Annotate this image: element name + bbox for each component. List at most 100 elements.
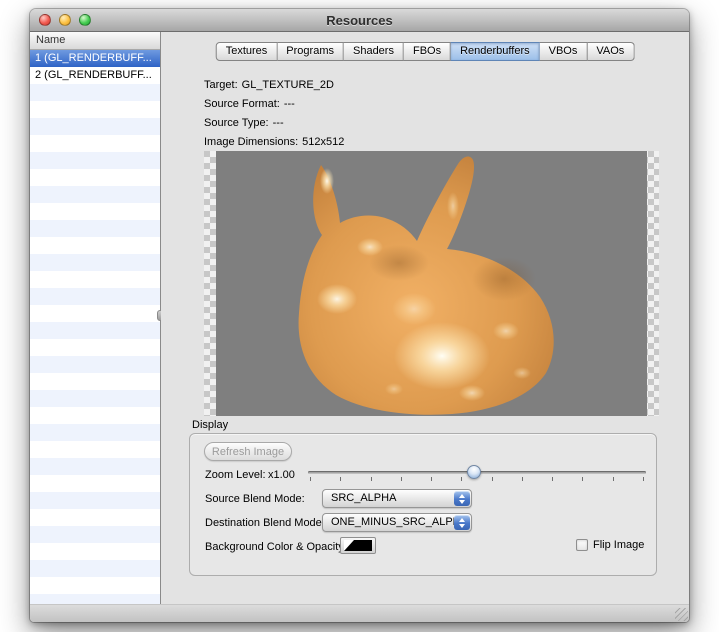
resize-grip[interactable] bbox=[675, 608, 688, 621]
slider-tick bbox=[401, 477, 402, 481]
window-title: Resources bbox=[326, 13, 392, 28]
slider-tick bbox=[340, 477, 341, 481]
list-row-empty bbox=[30, 135, 160, 152]
info-label: Image Dimensions: bbox=[204, 136, 298, 148]
list-row-empty bbox=[30, 322, 160, 339]
info-label: Source Type: bbox=[204, 117, 269, 129]
refresh-image-button[interactable]: Refresh Image bbox=[204, 442, 292, 461]
slider-tick bbox=[643, 477, 644, 481]
list-row-empty bbox=[30, 356, 160, 373]
list-row-empty bbox=[30, 101, 160, 118]
info-value: --- bbox=[273, 117, 284, 129]
column-header-name[interactable]: Name bbox=[30, 32, 160, 50]
list-row-empty bbox=[30, 203, 160, 220]
zoom-level-value: x1.00 bbox=[268, 469, 295, 482]
sidebar-rows: 1 (GL_RENDERBUFF...2 (GL_RENDERBUFF... bbox=[30, 50, 160, 604]
sidebar: Name 1 (GL_RENDERBUFF...2 (GL_RENDERBUFF… bbox=[30, 32, 161, 604]
bottom-bar bbox=[30, 604, 689, 622]
source-blend-dropdown[interactable]: SRC_ALPHA bbox=[322, 489, 472, 508]
tab-bar: TexturesProgramsShadersFBOsRenderbuffers… bbox=[216, 42, 635, 61]
slider-tick bbox=[310, 477, 311, 481]
list-row-empty bbox=[30, 560, 160, 577]
destination-blend-label: Destination Blend Mode: bbox=[205, 517, 325, 530]
destination-blend-dropdown[interactable]: ONE_MINUS_SRC_ALPHA bbox=[322, 513, 472, 532]
slider-tick bbox=[613, 477, 614, 481]
updown-arrows-icon bbox=[454, 491, 470, 506]
info-row-source-format: Source Format: --- bbox=[204, 95, 344, 114]
bunny-model-image bbox=[204, 151, 659, 416]
title-bar: Resources bbox=[30, 9, 689, 32]
list-row-empty bbox=[30, 543, 160, 560]
list-row-empty bbox=[30, 288, 160, 305]
list-row-empty bbox=[30, 254, 160, 271]
list-row-empty bbox=[30, 152, 160, 169]
list-row-empty bbox=[30, 407, 160, 424]
close-button[interactable] bbox=[39, 14, 51, 26]
background-color-label: Background Color & Opacity: bbox=[205, 541, 347, 554]
list-row-empty bbox=[30, 237, 160, 254]
info-label: Source Format: bbox=[204, 98, 280, 110]
list-item[interactable]: 1 (GL_RENDERBUFF... bbox=[30, 50, 160, 67]
info-row-source-type: Source Type: --- bbox=[204, 114, 344, 133]
slider-tick bbox=[492, 477, 493, 481]
list-row-empty bbox=[30, 441, 160, 458]
list-row-empty bbox=[30, 271, 160, 288]
info-label: Target: bbox=[204, 79, 238, 91]
tab-fbos[interactable]: FBOs bbox=[404, 42, 451, 61]
list-row-empty bbox=[30, 509, 160, 526]
list-row-empty bbox=[30, 169, 160, 186]
list-row-empty bbox=[30, 526, 160, 543]
slider-tick bbox=[552, 477, 553, 481]
info-value: 512x512 bbox=[302, 136, 344, 148]
minimize-button[interactable] bbox=[59, 14, 71, 26]
info-block: Target: GL_TEXTURE_2D Source Format: --- S… bbox=[204, 76, 344, 152]
flip-image-label: Flip Image bbox=[593, 539, 644, 552]
image-preview bbox=[204, 151, 659, 416]
list-row-empty bbox=[30, 458, 160, 475]
resources-window: Resources Name 1 (GL_RENDERBUFF...2 (GL_… bbox=[30, 9, 689, 622]
slider-tick bbox=[461, 477, 462, 481]
zoom-slider[interactable] bbox=[308, 464, 646, 486]
background-color-well[interactable] bbox=[340, 537, 376, 554]
color-swatch-icon bbox=[344, 540, 372, 551]
display-group: Refresh Image Zoom Level: x1.00 Source B… bbox=[189, 433, 657, 576]
list-row-empty bbox=[30, 220, 160, 237]
list-row-empty bbox=[30, 390, 160, 407]
list-row-empty bbox=[30, 339, 160, 356]
tab-textures[interactable]: Textures bbox=[216, 42, 278, 61]
updown-arrows-icon bbox=[454, 515, 470, 530]
list-row-empty bbox=[30, 492, 160, 509]
list-row-empty bbox=[30, 577, 160, 594]
info-value: GL_TEXTURE_2D bbox=[242, 79, 334, 91]
slider-tick bbox=[431, 477, 432, 481]
zoom-level-label: Zoom Level: bbox=[205, 469, 266, 482]
flip-image-checkbox[interactable] bbox=[576, 539, 588, 551]
list-row-empty bbox=[30, 475, 160, 492]
tab-vbos[interactable]: VBOs bbox=[540, 42, 588, 61]
zoom-slider-thumb[interactable] bbox=[467, 465, 481, 479]
tab-renderbuffers[interactable]: Renderbuffers bbox=[451, 42, 540, 61]
window-controls bbox=[39, 14, 91, 26]
list-row-empty bbox=[30, 424, 160, 441]
list-row-empty bbox=[30, 373, 160, 390]
slider-tick bbox=[371, 477, 372, 481]
list-row-empty bbox=[30, 186, 160, 203]
list-row-empty bbox=[30, 305, 160, 322]
group-title: Display bbox=[192, 419, 228, 431]
list-row-empty bbox=[30, 594, 160, 604]
destination-blend-selected-value: ONE_MINUS_SRC_ALPHA bbox=[331, 516, 468, 528]
tab-vaos[interactable]: VAOs bbox=[587, 42, 634, 61]
info-value: --- bbox=[284, 98, 295, 110]
source-blend-label: Source Blend Mode: bbox=[205, 493, 305, 506]
list-row-empty bbox=[30, 84, 160, 101]
tab-shaders[interactable]: Shaders bbox=[344, 42, 404, 61]
info-row-image-dimensions: Image Dimensions: 512x512 bbox=[204, 133, 344, 152]
list-row-empty bbox=[30, 118, 160, 135]
list-item[interactable]: 2 (GL_RENDERBUFF... bbox=[30, 67, 160, 84]
window-content: Name 1 (GL_RENDERBUFF...2 (GL_RENDERBUFF… bbox=[30, 32, 689, 604]
slider-tick bbox=[582, 477, 583, 481]
info-row-target: Target: GL_TEXTURE_2D bbox=[204, 76, 344, 95]
tab-programs[interactable]: Programs bbox=[277, 42, 344, 61]
main-panel: TexturesProgramsShadersFBOsRenderbuffers… bbox=[161, 32, 689, 604]
zoom-button[interactable] bbox=[79, 14, 91, 26]
